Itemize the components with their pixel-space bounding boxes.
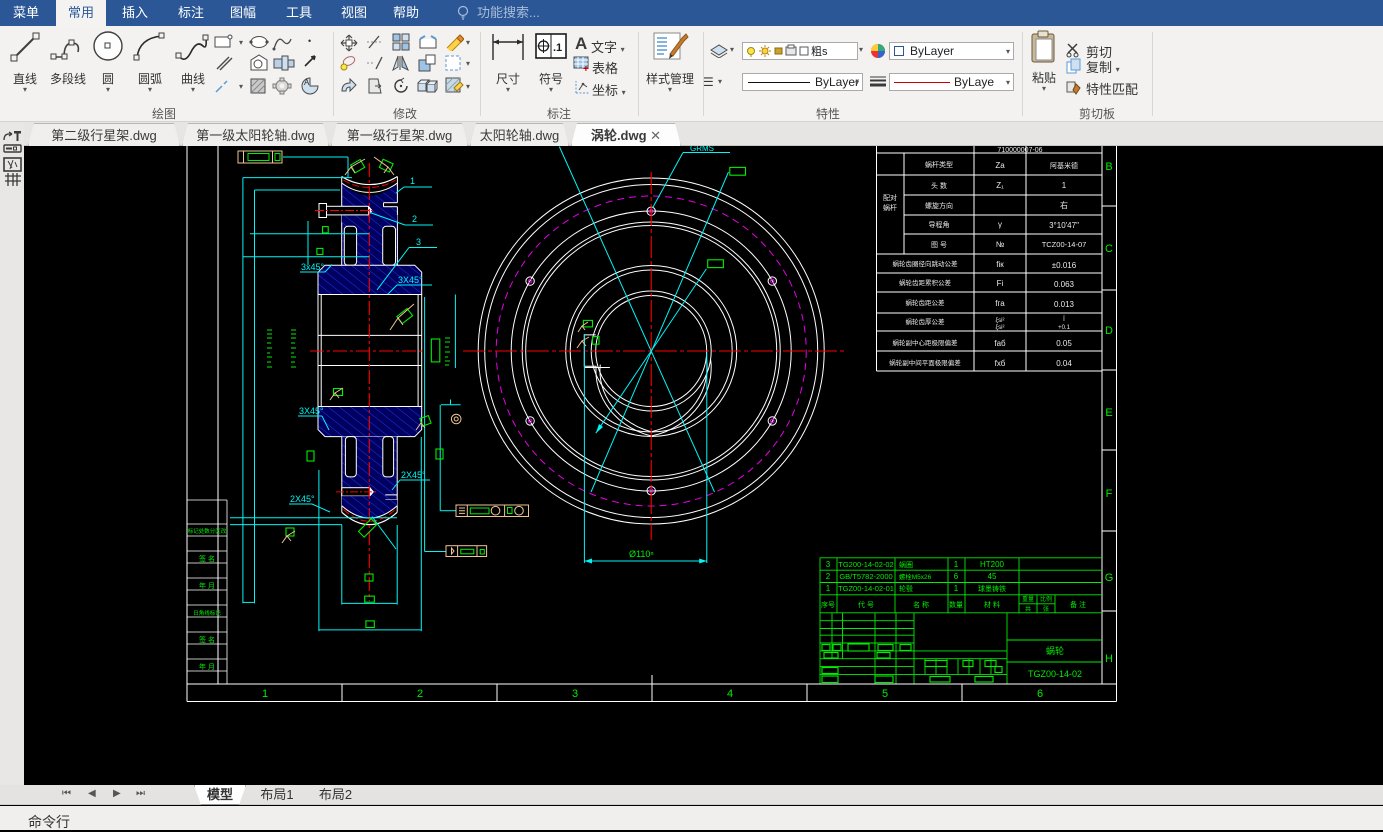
svg-text:E: E (1105, 407, 1112, 419)
svg-text:fхб: fхб (995, 359, 1006, 368)
svg-text:1: 1 (954, 584, 959, 593)
svg-text:导程角: 导程角 (929, 220, 950, 229)
svg-text:Ø110ⁿ: Ø110ⁿ (629, 549, 654, 559)
svg-text:3: 3 (826, 560, 831, 569)
svg-text:配对: 配对 (883, 193, 897, 202)
svg-text:2: 2 (417, 688, 423, 700)
svg-text:Za: Za (995, 161, 1005, 170)
svg-text:3x45°: 3x45° (301, 262, 325, 272)
svg-text:3: 3 (572, 688, 578, 700)
svg-text:蜗轮齿厚公差: 蜗轮齿厚公差 (906, 317, 946, 326)
svg-text:TGZ00-14-02: TGZ00-14-02 (1028, 669, 1082, 679)
svg-text:TG200-14-02-02: TG200-14-02-02 (838, 560, 893, 569)
svg-text:年 月: 年 月 (199, 581, 215, 590)
svg-text:阿基米德: 阿基米德 (1050, 161, 1078, 170)
svg-text:蜗轮齿圈径向跳动公差: 蜗轮齿圈径向跳动公差 (893, 259, 959, 268)
svg-text:头 数: 头 数 (931, 181, 947, 190)
svg-text:5: 5 (882, 688, 888, 700)
svg-text:轮毂: 轮毂 (899, 584, 913, 593)
svg-text:蜗轮齿距累积公差: 蜗轮齿距累积公差 (899, 278, 952, 287)
svg-text:1: 1 (262, 688, 268, 700)
svg-text:A: A (304, 78, 310, 87)
svg-text:螺旋方向: 螺旋方向 (925, 201, 953, 210)
svg-text:GB/T5782-2000: GB/T5782-2000 (839, 572, 892, 581)
svg-text:签 名: 签 名 (199, 635, 215, 644)
svg-text:1: 1 (410, 176, 415, 186)
svg-text:4: 4 (727, 688, 733, 700)
svg-text:2X45°: 2X45° (401, 470, 426, 480)
svg-text:备 注: 备 注 (1070, 600, 1086, 609)
svg-text:序号: 序号 (821, 600, 835, 609)
svg-text:Z₁: Z₁ (996, 181, 1004, 190)
svg-text:2: 2 (826, 572, 831, 581)
svg-text:γ: γ (998, 220, 1002, 229)
svg-text:材 料: 材 料 (984, 600, 1000, 609)
svg-text:C: C (1105, 243, 1113, 255)
svg-text:3°10'47": 3°10'47" (1049, 221, 1079, 230)
svg-text:年 月: 年 月 (199, 662, 215, 671)
svg-text:张: 张 (1043, 605, 1049, 613)
svg-text:蜗轮齿距公差: 蜗轮齿距公差 (906, 298, 946, 307)
svg-text:Fі: Fі (997, 279, 1004, 288)
svg-text:比例: 比例 (1040, 595, 1052, 603)
svg-text:ξѕі²: ξѕі² (995, 325, 1004, 331)
svg-text:0.05: 0.05 (1056, 339, 1072, 348)
svg-text:2X45°: 2X45° (290, 494, 315, 504)
svg-text:蜗轮副中间平面极限偏差: 蜗轮副中间平面极限偏差 (889, 358, 961, 367)
svg-text:日角线标记: 日角线标记 (193, 609, 221, 617)
svg-text:螺栓M5x26: 螺栓M5x26 (899, 572, 932, 581)
svg-text:710000007-06: 710000007-06 (997, 147, 1042, 154)
svg-text:1: 1 (954, 560, 959, 569)
svg-text:2: 2 (412, 214, 417, 224)
svg-text:+0.1: +0.1 (1058, 325, 1071, 331)
svg-text:蜗轮副中心距极限偏差: 蜗轮副中心距极限偏差 (893, 338, 959, 347)
svg-text:fаб: fаб (994, 339, 1006, 348)
svg-text:TCZ00-14-07: TCZ00-14-07 (1042, 240, 1087, 249)
svg-text:0.063: 0.063 (1054, 280, 1075, 289)
svg-text:球墨铸铁: 球墨铸铁 (978, 584, 1006, 593)
svg-text:.1: .1 (553, 42, 562, 54)
svg-text:±0.016: ±0.016 (1052, 261, 1077, 270)
svg-text:签 名: 签 名 (199, 554, 215, 563)
svg-text:+: + (583, 64, 589, 72)
svg-text:H: H (1105, 653, 1113, 665)
svg-text:蜗轮: 蜗轮 (1046, 645, 1064, 656)
svg-text:6: 6 (954, 572, 959, 581)
svg-text:代 号: 代 号 (858, 600, 874, 609)
svg-text:标记处数分区改: 标记处数分区改 (188, 527, 227, 535)
svg-text:蜗圈: 蜗圈 (899, 560, 913, 569)
svg-text:图 号: 图 号 (931, 241, 947, 249)
svg-text:重量: 重量 (1022, 595, 1034, 603)
svg-text:3: 3 (416, 237, 421, 247)
svg-text:HT200: HT200 (980, 560, 1005, 569)
svg-text:ξѕі²: ξѕі² (995, 318, 1004, 324)
svg-text:45: 45 (988, 572, 997, 581)
svg-text:TGZ00-14-02-01: TGZ00-14-02-01 (838, 584, 894, 593)
svg-text:G: G (1105, 572, 1114, 584)
svg-text:1: 1 (826, 584, 831, 593)
svg-text:0.04: 0.04 (1056, 359, 1072, 368)
svg-text:蜗杆: 蜗杆 (883, 203, 897, 212)
svg-text:fга: fга (995, 299, 1005, 308)
svg-text:右: 右 (1060, 200, 1068, 210)
svg-text:B: B (1105, 161, 1112, 173)
svg-text:Ї: Ї (1063, 316, 1065, 323)
svg-text:fік: fік (996, 260, 1004, 269)
svg-text:共: 共 (1025, 605, 1031, 613)
svg-text:GRMS: GRMS (690, 146, 714, 153)
svg-text:1: 1 (1062, 181, 1067, 190)
svg-text:№: № (996, 240, 1005, 249)
svg-text:F: F (1106, 488, 1113, 500)
svg-text:名 称: 名 称 (913, 600, 929, 609)
svg-text:0.013: 0.013 (1054, 300, 1075, 309)
svg-text:数量: 数量 (949, 600, 963, 609)
svg-text:3X45°: 3X45° (299, 406, 324, 416)
svg-text:6: 6 (1037, 688, 1043, 700)
svg-text:粗s: 粗s (811, 45, 828, 58)
svg-text:3X45°: 3X45° (398, 275, 423, 285)
svg-text:D: D (1105, 325, 1113, 337)
svg-text:蜗杆类型: 蜗杆类型 (925, 160, 953, 169)
